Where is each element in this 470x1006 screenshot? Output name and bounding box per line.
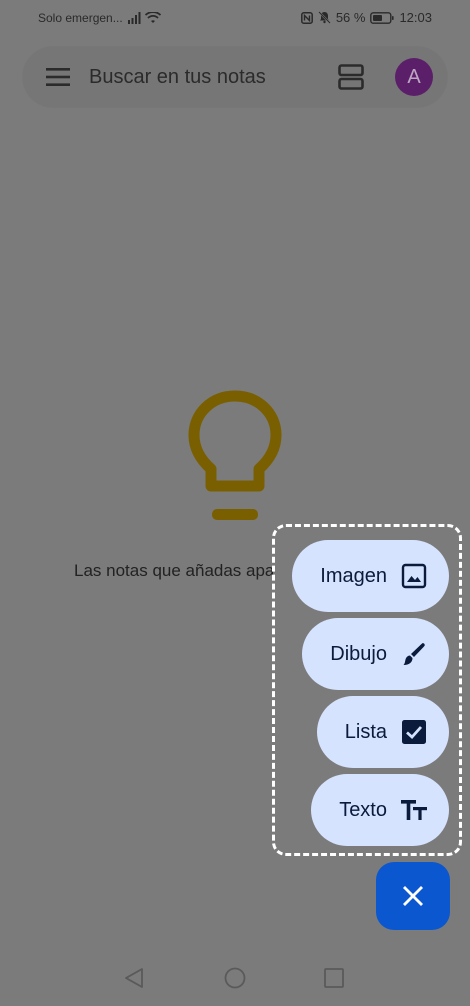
home-icon[interactable] xyxy=(224,967,246,989)
back-icon[interactable] xyxy=(123,967,145,989)
status-left: Solo emergen... xyxy=(38,11,161,25)
search-input[interactable]: Buscar en tus notas xyxy=(89,66,266,89)
battery-icon xyxy=(370,11,395,24)
signal-icon xyxy=(127,12,141,24)
fab-item-dibujo[interactable]: Dibujo xyxy=(302,618,449,690)
empty-state-message: Las notas que añadas apa xyxy=(74,561,275,580)
avatar[interactable]: A xyxy=(395,58,433,96)
lightbulb-icon xyxy=(188,390,282,520)
view-toggle-icon[interactable] xyxy=(338,64,364,90)
search-bar[interactable]: Buscar en tus notas A xyxy=(23,47,447,107)
checkbox-icon xyxy=(402,720,426,744)
fab-item-label: Imagen xyxy=(320,564,387,587)
menu-icon[interactable] xyxy=(45,65,71,89)
close-icon xyxy=(403,886,423,906)
fab-item-lista[interactable]: Lista xyxy=(317,696,449,768)
battery-percent: 56 % xyxy=(335,10,366,25)
status-right: 56 % 12:03 xyxy=(300,10,432,25)
status-bar: Solo emergen... 56 % 12:03 xyxy=(0,0,470,36)
close-fab-button[interactable] xyxy=(376,862,450,930)
carrier-text: Solo emergen... xyxy=(38,11,123,25)
image-icon xyxy=(401,563,427,589)
text-format-icon xyxy=(401,800,427,820)
recent-apps-icon[interactable] xyxy=(324,968,344,988)
muted-bell-icon xyxy=(318,11,331,24)
fab-item-imagen[interactable]: Imagen xyxy=(292,540,449,612)
fab-item-texto[interactable]: Texto xyxy=(311,774,449,846)
navigation-bar xyxy=(0,950,470,1006)
clock: 12:03 xyxy=(399,10,432,25)
brush-icon xyxy=(403,643,425,665)
fab-item-label: Texto xyxy=(339,798,387,821)
fab-item-label: Lista xyxy=(344,720,387,743)
nfc-icon xyxy=(300,11,313,24)
wifi-icon xyxy=(144,12,161,23)
fab-item-label: Dibujo xyxy=(330,642,387,665)
